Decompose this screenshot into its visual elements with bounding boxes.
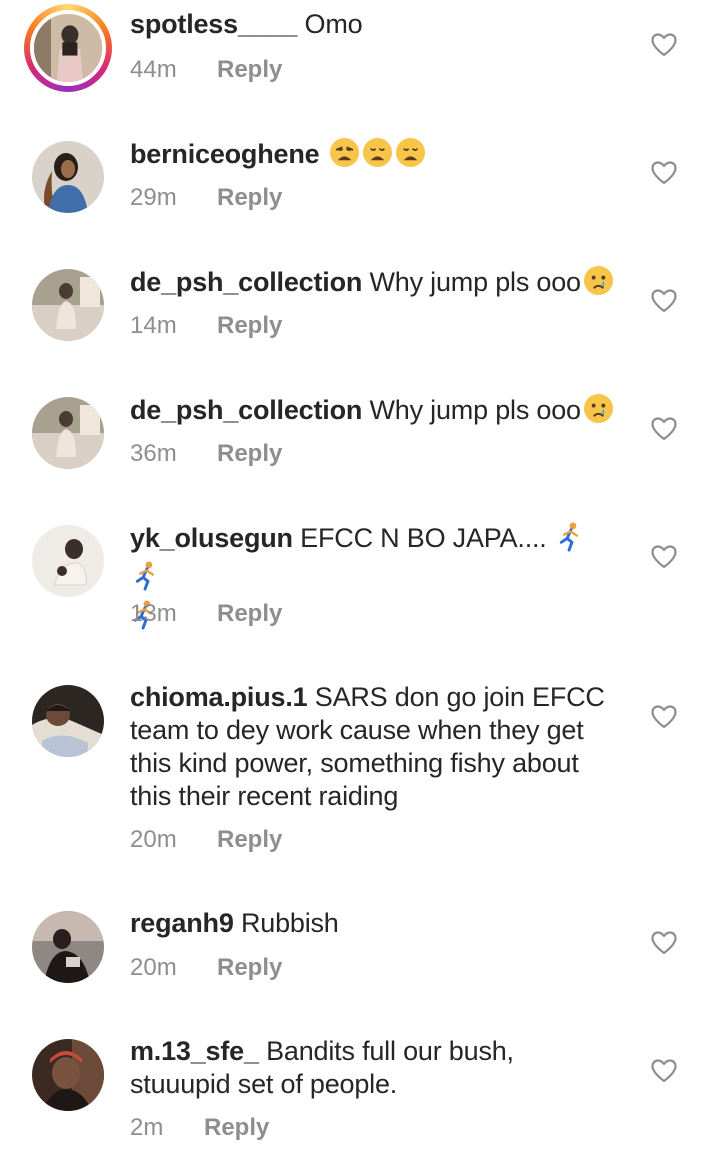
reply-button[interactable]: Reply	[217, 439, 282, 469]
running-man-icon	[132, 560, 160, 599]
avatar[interactable]	[30, 10, 106, 86]
weary-face-icon	[362, 137, 393, 176]
comment-username[interactable]: spotless____	[130, 9, 297, 39]
avatar[interactable]	[32, 141, 104, 213]
weary-face-icon	[329, 137, 360, 176]
avatar[interactable]	[32, 269, 104, 341]
comment-time: 44m	[130, 56, 177, 83]
comment-text: Why jump pls ooo	[369, 395, 581, 425]
comment-time: 2m	[130, 1114, 164, 1141]
heart-outline-icon[interactable]	[651, 705, 677, 729]
heart-outline-icon[interactable]	[651, 289, 677, 313]
avatar[interactable]	[32, 397, 104, 469]
heart-outline-icon[interactable]	[651, 161, 677, 185]
reply-button[interactable]: Reply	[217, 183, 282, 213]
comment-text: Why jump pls ooo	[369, 267, 581, 297]
reply-button[interactable]: Reply	[217, 599, 282, 629]
comment-username[interactable]: berniceoghene	[130, 139, 320, 169]
heart-outline-icon[interactable]	[651, 545, 677, 569]
avatar[interactable]	[32, 1039, 104, 1111]
avatar[interactable]	[32, 525, 104, 597]
avatar[interactable]	[32, 685, 104, 757]
comment-time: 13m	[130, 600, 177, 627]
comment-time: 20m	[130, 954, 177, 981]
avatar-story-ring[interactable]	[24, 4, 112, 92]
comment-username[interactable]: yk_olusegun	[130, 523, 293, 553]
comment-text: Rubbish	[240, 908, 339, 938]
comment-username[interactable]: de_psh_collection	[130, 395, 362, 425]
reply-button[interactable]: Reply	[217, 953, 282, 983]
comment-time: 14m	[130, 312, 177, 339]
heart-outline-icon[interactable]	[651, 931, 677, 955]
comment-text: Omo	[304, 9, 363, 39]
heart-outline-icon[interactable]	[651, 33, 677, 57]
comment-text: EFCC N BO JAPA....	[300, 523, 547, 553]
reply-button[interactable]: Reply	[217, 311, 282, 341]
reply-button[interactable]: Reply	[217, 55, 282, 85]
weary-face-icon	[395, 137, 426, 176]
comment-time: 36m	[130, 440, 177, 467]
comment-username[interactable]: reganh9	[130, 908, 234, 938]
running-man-icon	[556, 521, 584, 560]
heart-outline-icon[interactable]	[651, 417, 677, 441]
comment-time: 29m	[130, 184, 177, 211]
comment-time: 20m	[130, 826, 177, 853]
comment-username[interactable]: chioma.pius.1	[130, 682, 308, 712]
comment-username[interactable]: de_psh_collection	[130, 267, 362, 297]
avatar[interactable]	[32, 911, 104, 983]
reply-button[interactable]: Reply	[204, 1113, 269, 1143]
reply-button[interactable]: Reply	[217, 825, 282, 855]
crying-face-icon	[583, 265, 614, 304]
comment-username[interactable]: m.13_sfe_	[130, 1036, 259, 1066]
crying-face-icon	[583, 393, 614, 432]
heart-outline-icon[interactable]	[651, 1059, 677, 1083]
